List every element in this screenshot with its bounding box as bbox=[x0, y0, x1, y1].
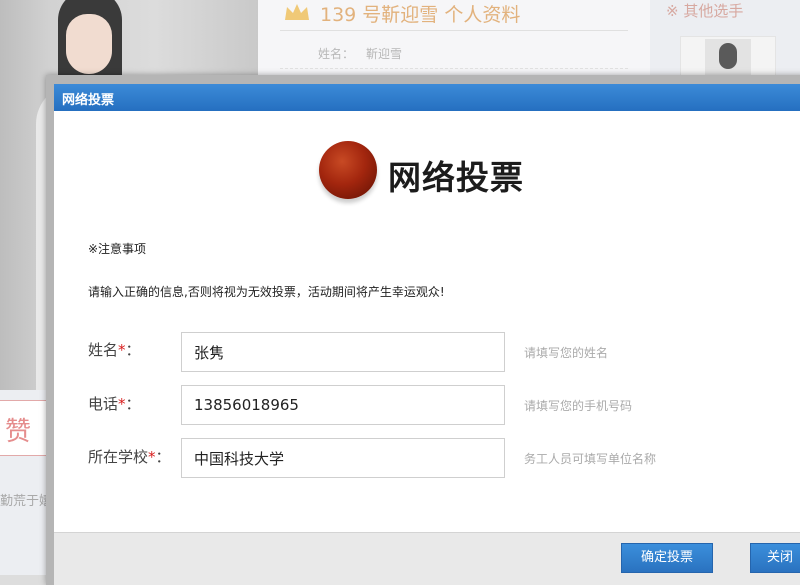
confirm-vote-button[interactable]: 确定投票 bbox=[621, 543, 713, 573]
required-mark: * bbox=[118, 341, 126, 359]
dialog-body: 网络投票 ※注意事项 请输入正确的信息,否则将视为无效投票，活动期间将产生幸运观… bbox=[54, 111, 800, 532]
vote-logo-icon bbox=[319, 141, 377, 199]
dialog-titlebar[interactable]: 网络投票 bbox=[54, 84, 800, 111]
profile-name-value: 靳迎雪 bbox=[366, 47, 403, 61]
dialog-title: 网络投票 bbox=[62, 93, 115, 108]
school-hint: 务工人员可填写单位名称 bbox=[524, 452, 657, 466]
school-label: 所在学校*： bbox=[88, 448, 171, 466]
notice-title: ※注意事项 bbox=[88, 242, 147, 256]
other-contestants-title: ※ 其他选手 bbox=[666, 2, 744, 20]
like-label: 赞 bbox=[5, 417, 32, 447]
phone-label: 电话*： bbox=[88, 395, 141, 413]
name-input[interactable] bbox=[181, 332, 505, 372]
profile-name-label: 姓名： bbox=[318, 47, 355, 61]
required-mark: * bbox=[118, 395, 126, 413]
required-mark: * bbox=[148, 448, 156, 466]
divider bbox=[280, 30, 628, 31]
phone-input[interactable] bbox=[181, 385, 505, 425]
notice-text: 请输入正确的信息,否则将视为无效投票，活动期间将产生幸运观众! bbox=[88, 285, 445, 299]
name-hint: 请填写您的姓名 bbox=[524, 346, 609, 360]
profile-title: 139 号靳迎雪 个人资料 bbox=[320, 4, 521, 26]
close-button[interactable]: 关闭 bbox=[750, 543, 800, 573]
vote-dialog: 网络投票 网络投票 ※注意事项 请输入正确的信息,否则将视为无效投票，活动期间将… bbox=[46, 75, 800, 585]
name-label: 姓名*： bbox=[88, 341, 141, 359]
dialog-footer: 确定投票 关闭 bbox=[54, 532, 800, 585]
dialog-heading: 网络投票 bbox=[388, 158, 524, 197]
crown-icon bbox=[285, 4, 309, 20]
phone-hint: 请填写您的手机号码 bbox=[524, 399, 633, 413]
divider bbox=[280, 68, 628, 69]
background-note: 勤荒于嬉 bbox=[0, 494, 53, 509]
school-input[interactable] bbox=[181, 438, 505, 478]
